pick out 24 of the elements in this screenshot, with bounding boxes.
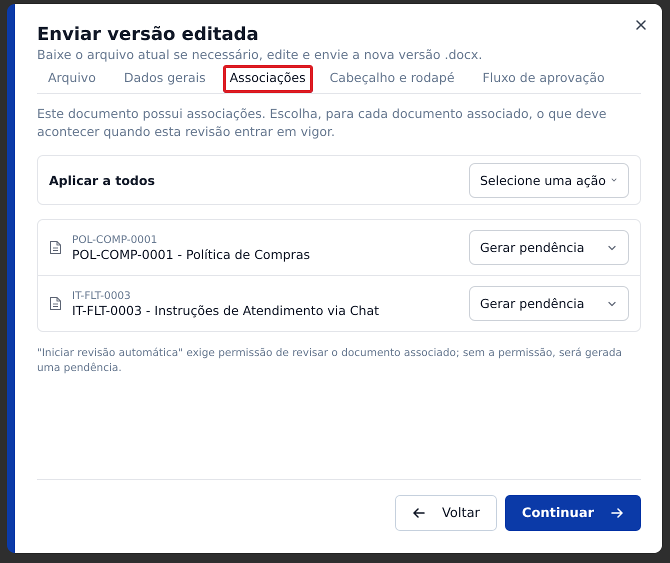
tab[interactable]: Arquivo [37,65,107,93]
tab[interactable]: Cabeçalho e rodapé [318,65,466,93]
document-icon [49,296,62,311]
document-code: IT-FLT-0003 [72,290,132,302]
back-button[interactable]: Voltar [395,495,497,531]
dialog-subtitle: Baixe o arquivo atual se necessário, edite e envie a nova versão .docx. [37,47,484,63]
action-select[interactable]: Selecione uma ação [469,162,629,198]
document-title: POL-COMP-0001 - Política de Compras [72,246,311,262]
action-select[interactable]: Gerar pendência [469,230,629,265]
arrow-right-icon [610,506,624,520]
document-icon [49,240,62,255]
tab[interactable]: Dados gerais [112,65,217,93]
description-text: Este documento possui associações. Escolha, para cada documento associado, o que deve acontecer quando esta revisão entrar em vigor. [37,105,608,141]
document-code: POL-COMP-0001 [72,234,158,246]
dialog-title: Enviar versão editada [37,24,260,46]
arrow-left-icon [412,506,426,520]
permission-note: "Iniciar revisão automática" exige permissão de revisar o documento associado; sem a permissão, será gerada uma pendência. [37,346,623,376]
apply-all-label: Aplicar a todos [49,172,156,188]
tab[interactable]: Fluxo de aprovação [472,65,616,93]
tab[interactable]: Associações [222,65,313,93]
close-icon[interactable] [634,18,648,32]
continue-button[interactable]: Continuar [504,495,641,531]
action-select[interactable]: Gerar pendência [469,286,629,321]
document-title: IT-FLT-0003 - Instruções de Atendimento via Chat [72,302,380,318]
